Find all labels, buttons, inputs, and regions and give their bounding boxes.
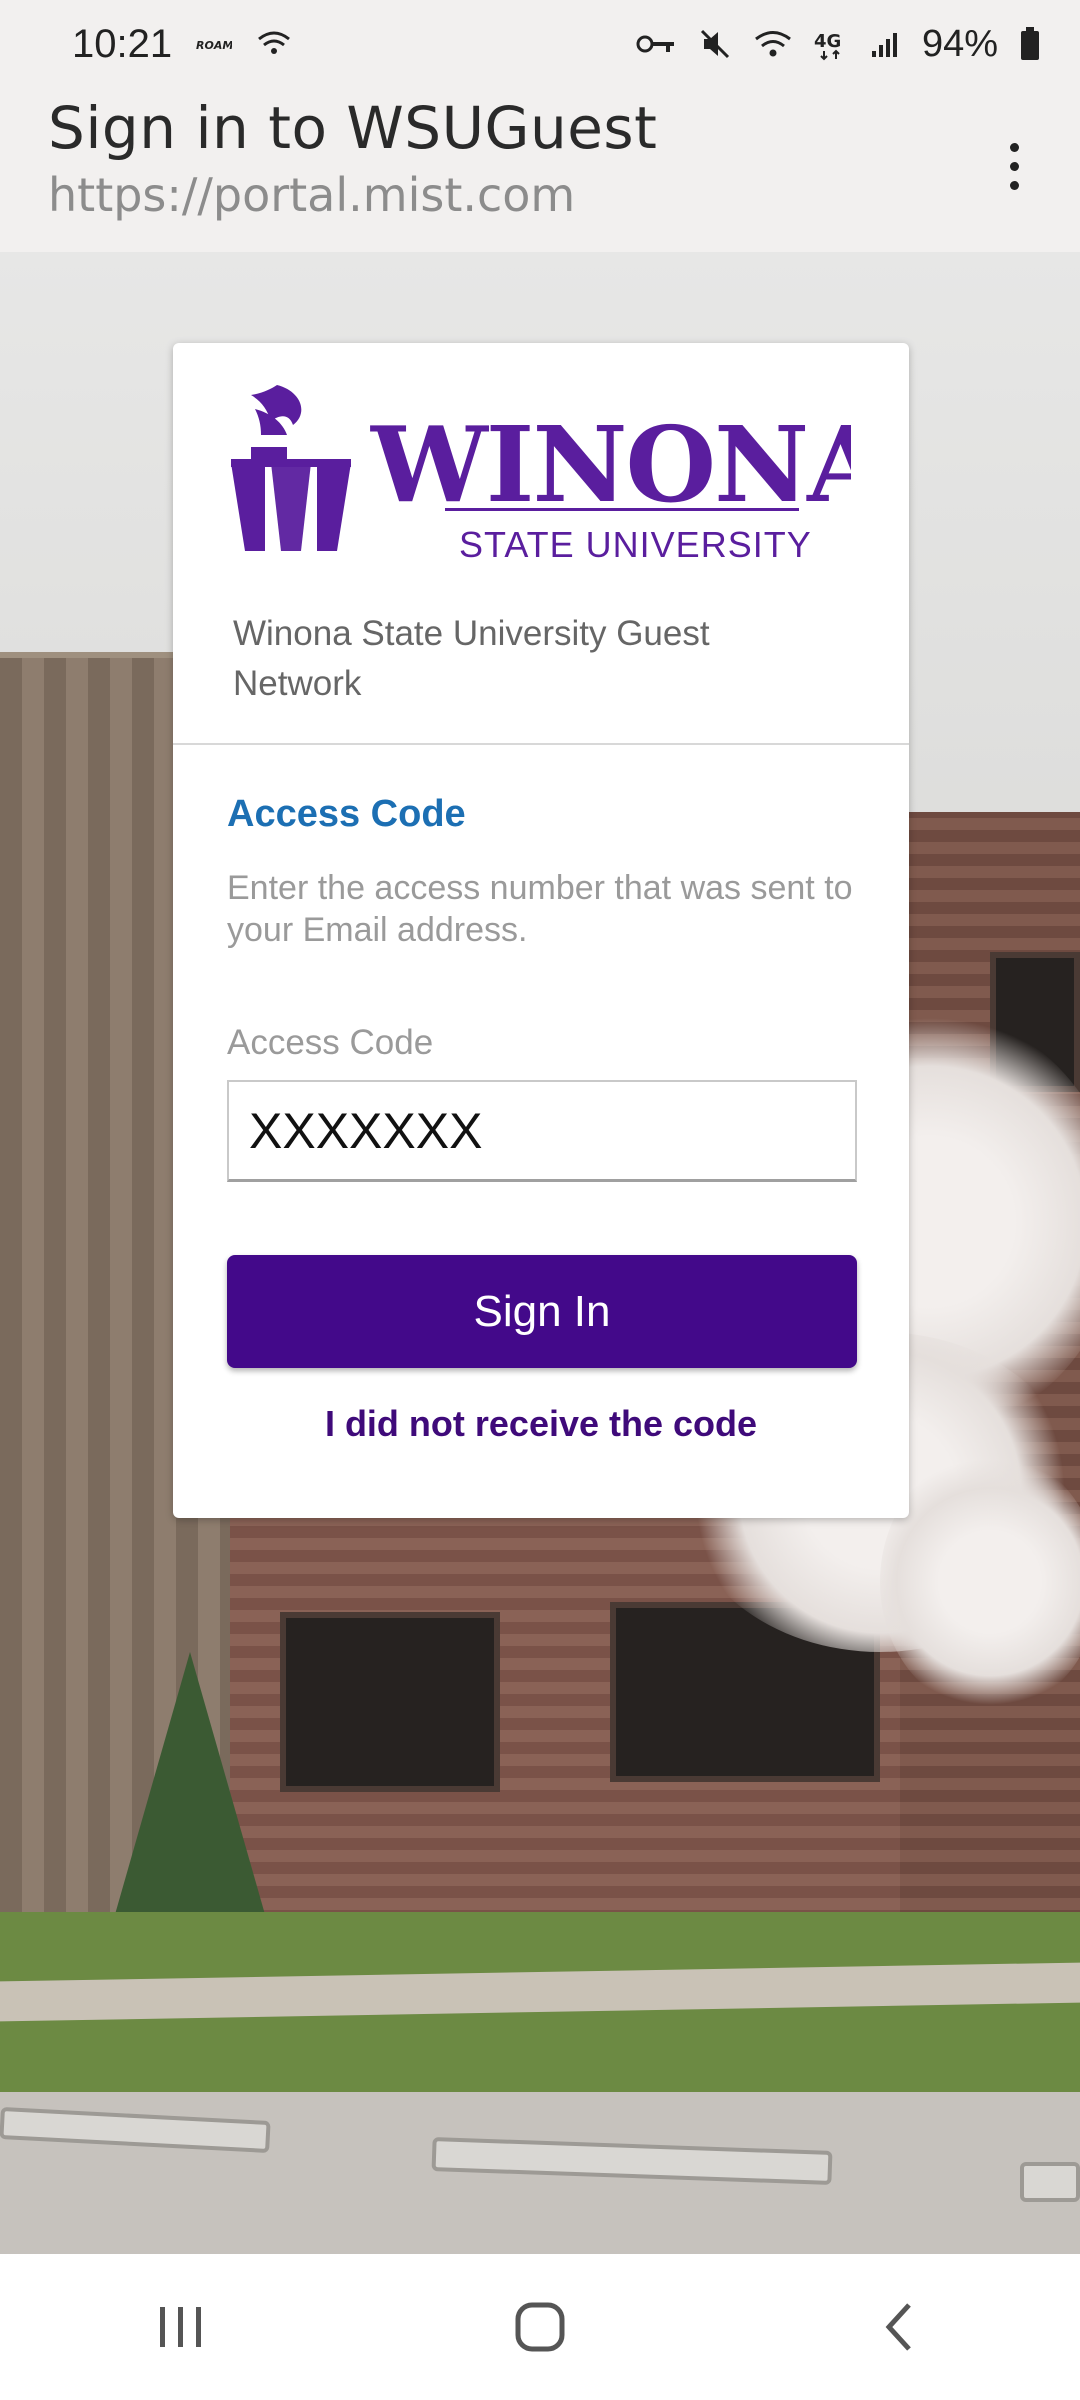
status-bar: 10:21 ROAM 4G 94%	[0, 0, 1080, 88]
recent-apps-icon[interactable]	[110, 2267, 250, 2387]
key-icon	[636, 32, 676, 56]
4g-icon: 4G	[814, 27, 848, 61]
section-title: Access Code	[227, 793, 466, 835]
battery-percent: 94%	[921, 22, 998, 65]
battery-icon	[1020, 27, 1040, 61]
university-logo: WINONA STATE UNIVERSITY	[231, 373, 891, 573]
svg-text:ROAM: ROAM	[196, 39, 232, 52]
sign-in-button[interactable]: Sign In	[227, 1255, 857, 1368]
mute-icon	[698, 27, 732, 61]
access-code-input[interactable]	[227, 1080, 857, 1182]
login-card: WINONA STATE UNIVERSITY Winona State Uni…	[173, 343, 909, 1518]
network-name: Winona State University Guest Network	[233, 614, 710, 703]
svg-text:4G: 4G	[814, 31, 841, 52]
system-nav-bar	[0, 2254, 1080, 2400]
app-bar: Sign in to WSUGuest https://portal.mist.…	[0, 88, 1080, 240]
help-text: Enter the access number that was sent to…	[227, 869, 853, 949]
resend-code-link[interactable]: I did not receive the code	[173, 1403, 909, 1445]
clock: 10:21	[72, 21, 173, 66]
logo-wordmark: WINONA	[370, 403, 851, 526]
roaming-icon: ROAM	[196, 34, 232, 54]
access-code-label: Access Code	[227, 1023, 434, 1062]
logo-subtitle: STATE UNIVERSITY	[459, 524, 812, 565]
more-vert-icon[interactable]	[984, 128, 1044, 204]
home-icon[interactable]	[470, 2267, 610, 2387]
wifi-call-icon	[256, 29, 292, 59]
page-title: Sign in to WSUGuest	[48, 94, 658, 162]
wifi-icon	[754, 29, 792, 59]
divider	[173, 743, 909, 745]
signal-icon	[870, 29, 900, 59]
back-icon[interactable]	[830, 2267, 970, 2387]
page-url: https://portal.mist.com	[48, 168, 576, 222]
